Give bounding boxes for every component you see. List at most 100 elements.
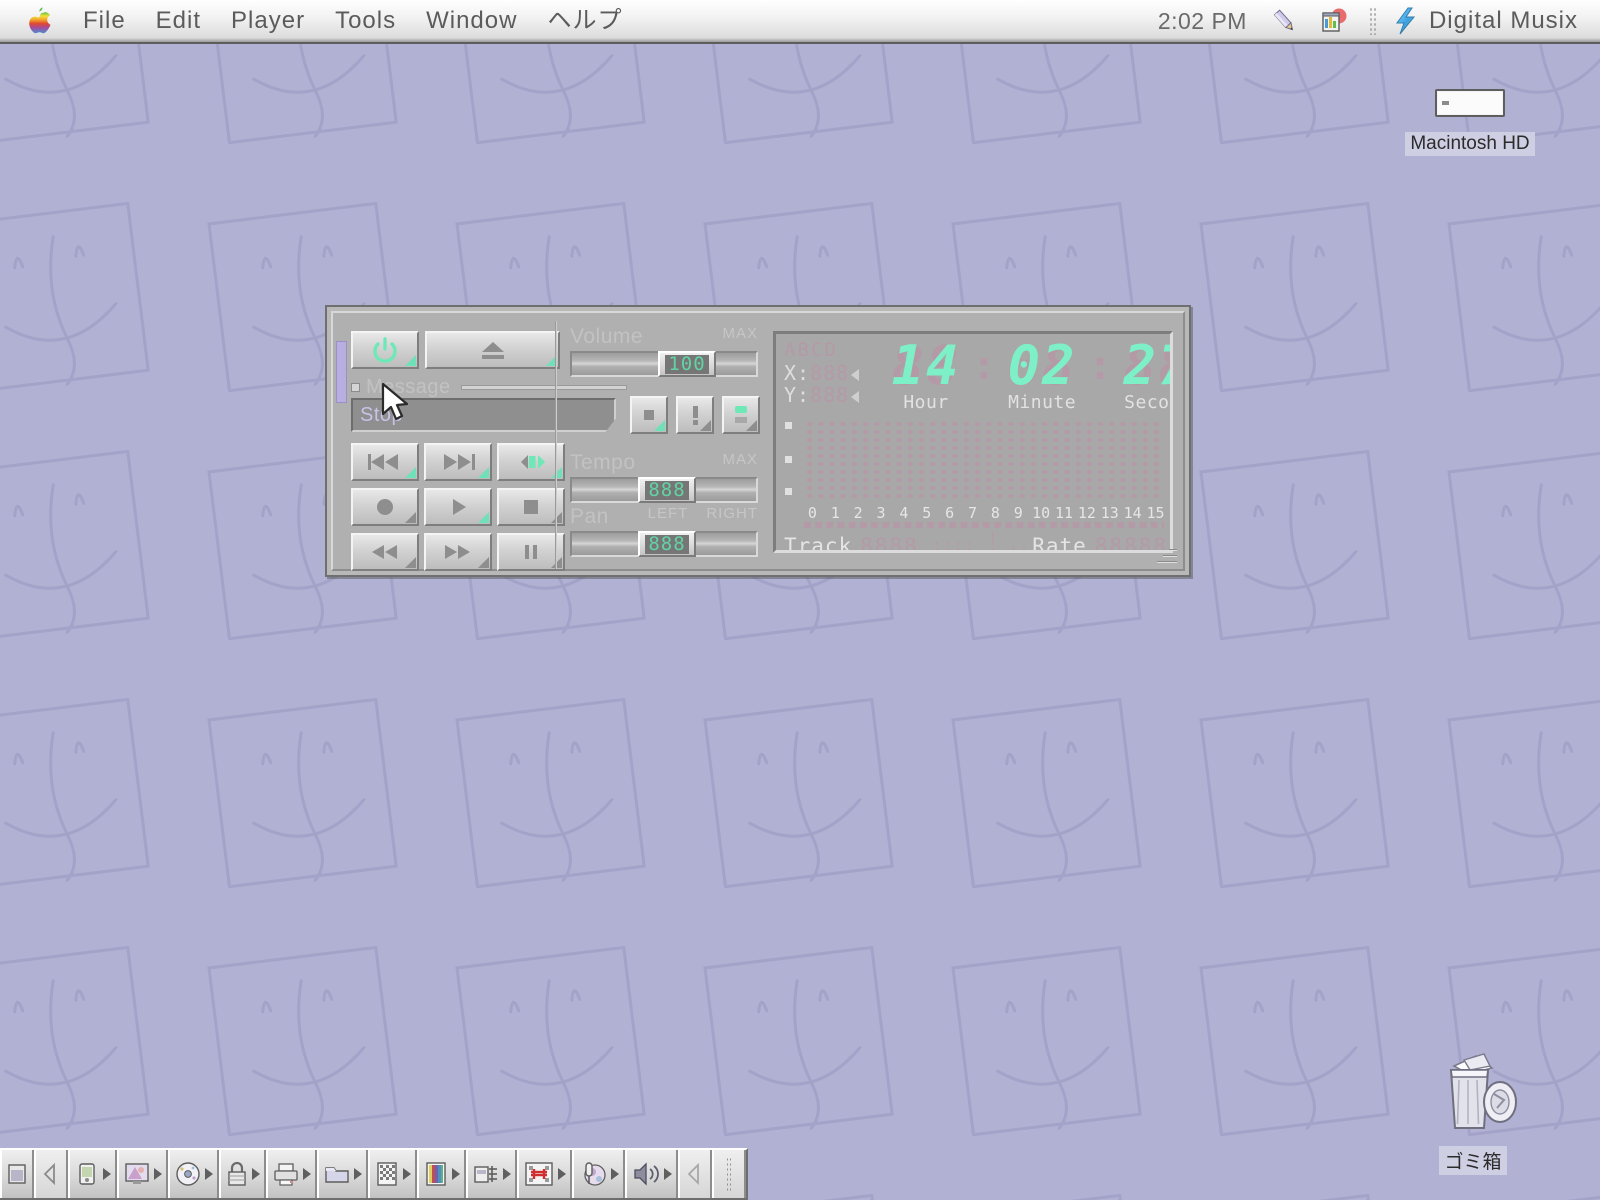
- wallpaper-tile: [932, 932, 1180, 1180]
- application-menu[interactable]: Digital Musix: [1387, 6, 1600, 36]
- lcd-channel-number: 11: [1055, 504, 1074, 522]
- cs-module-monitor[interactable]: [117, 1150, 168, 1198]
- control-strip-grip[interactable]: [712, 1150, 746, 1198]
- cs-module-window-shade[interactable]: [0, 1150, 34, 1198]
- pan-slider-track[interactable]: 888: [570, 531, 758, 557]
- tempo-value: 888: [645, 480, 689, 500]
- volume-max-label: MAX: [722, 325, 758, 342]
- wallpaper-tile: [1180, 436, 1428, 684]
- lcd-hour-value: 14: [891, 334, 961, 397]
- cs-module-folder[interactable]: [317, 1150, 368, 1198]
- menu-edit[interactable]: Edit: [141, 0, 216, 43]
- player-window[interactable]: Message Stop Volume MAX 100 Tempo MAX 88…: [325, 305, 1191, 577]
- message-bullet-icon: [351, 383, 360, 392]
- play-button[interactable]: [424, 488, 492, 526]
- cs-module-security[interactable]: [219, 1150, 266, 1198]
- eject-button[interactable]: [425, 331, 560, 369]
- cs-arrow-icon: [252, 1168, 260, 1180]
- cs-module-cd-audio[interactable]: [168, 1150, 219, 1198]
- loop-arrows-icon: [521, 455, 545, 469]
- play-triangle-icon: [453, 499, 466, 515]
- apple-menu[interactable]: [0, 6, 68, 36]
- lcd-channel-number: 15: [1146, 504, 1165, 522]
- power-symbol-icon: [373, 337, 397, 363]
- volume-slider-thumb[interactable]: 100: [658, 351, 716, 377]
- tempo-slider-track[interactable]: 888: [570, 477, 758, 503]
- cd-disc-icon: [176, 1162, 200, 1186]
- rewind-button[interactable]: [351, 533, 419, 571]
- control-strip[interactable]: [0, 1148, 748, 1200]
- wallpaper-pattern: [0, 0, 1600, 1200]
- volume-slider-track[interactable]: 100: [570, 351, 758, 377]
- button-popup-corner: [405, 355, 416, 366]
- cs-module-pattern[interactable]: [368, 1150, 417, 1198]
- eject-triangle-icon: [481, 342, 504, 359]
- fast-forward-button[interactable]: [424, 533, 492, 571]
- menu-file[interactable]: File: [68, 0, 141, 43]
- wallpaper-tile: [1180, 932, 1428, 1180]
- lcd-channel-number: 1: [830, 504, 840, 522]
- power-button[interactable]: [351, 331, 419, 369]
- menu-window[interactable]: Window: [411, 0, 532, 43]
- record-button[interactable]: [351, 488, 419, 526]
- message-field[interactable]: Stop: [351, 398, 616, 432]
- panel-divider: [555, 321, 557, 569]
- lcd-track-value: 8888: [860, 534, 919, 553]
- rewind-icon: [372, 545, 397, 559]
- message-label-row: Message: [351, 376, 631, 399]
- lcd-track-label: Track: [784, 534, 853, 553]
- lcd-y-label: Y:: [784, 383, 811, 407]
- cs-arrow-icon: [503, 1168, 511, 1180]
- lcd-separator-2: :: [1088, 343, 1113, 389]
- lcd-channel-number: 9: [1013, 504, 1023, 522]
- wallpaper-tile: [436, 684, 684, 932]
- stop-indicator-button[interactable]: [630, 396, 668, 434]
- desktop-background[interactable]: [0, 0, 1600, 1200]
- file-sharing-icon: [79, 1163, 95, 1185]
- accent-strip: [336, 341, 347, 403]
- desktop-icon-trash[interactable]: ゴミ箱: [1408, 1046, 1538, 1175]
- next-track-button[interactable]: [424, 443, 492, 481]
- cs-tab-handle-left[interactable]: [34, 1150, 68, 1198]
- pencil-icon[interactable]: [1259, 6, 1309, 36]
- wallpaper-tile: [1180, 684, 1428, 932]
- cs-module-sound-input[interactable]: [572, 1150, 625, 1198]
- button-popup-corner: [478, 467, 489, 478]
- pan-value: 888: [645, 534, 689, 554]
- volume-label: Volume: [570, 325, 644, 348]
- pan-left-label: LEFT: [647, 505, 689, 522]
- lcd-second-field: 88 27 Second: [1114, 338, 1170, 414]
- menu-tools[interactable]: Tools: [320, 0, 411, 43]
- monitor-color-icon: [125, 1163, 149, 1184]
- lcd-channel-number: 0: [807, 504, 817, 522]
- status-led-button[interactable]: [722, 396, 760, 434]
- cs-tab-handle-right[interactable]: [678, 1150, 712, 1198]
- alert-button[interactable]: [676, 396, 714, 434]
- lcd-channel-underline: [804, 522, 1164, 528]
- pan-slider-thumb[interactable]: 888: [638, 531, 696, 557]
- microphone-icon: [584, 1162, 606, 1186]
- cs-module-printer[interactable]: [266, 1150, 317, 1198]
- cs-module-modem[interactable]: [466, 1150, 517, 1198]
- menu-player[interactable]: Player: [216, 0, 320, 43]
- menubar-clock[interactable]: 2:02 PM: [1146, 8, 1259, 35]
- cs-module-file-sharing[interactable]: [68, 1150, 117, 1198]
- lcd-y-value: 888: [810, 383, 850, 407]
- lcd-separator-1: :: [972, 343, 997, 389]
- lcd-channel-number: 4: [899, 504, 909, 522]
- record-circle-icon: [377, 499, 393, 515]
- wallpaper-tile: [1428, 1180, 1600, 1200]
- appleworks-icon[interactable]: [1309, 6, 1359, 36]
- desktop-icon-macintosh-hd[interactable]: Macintosh HD: [1405, 84, 1535, 156]
- button-popup-corner: [654, 420, 665, 431]
- lcd-display[interactable]: ABCD X:888 Y:888 88 14 Hour : 88 02 Minu…: [773, 331, 1173, 553]
- cs-module-network[interactable]: [517, 1150, 572, 1198]
- desktop-icon-label: ゴミ箱: [1439, 1146, 1507, 1175]
- lcd-minute-value: 02: [1007, 334, 1077, 397]
- button-popup-corner: [478, 512, 489, 523]
- cs-module-color-depth[interactable]: [417, 1150, 466, 1198]
- cs-module-speaker[interactable]: [625, 1150, 678, 1198]
- menu-help[interactable]: ヘルプ: [532, 0, 637, 43]
- tempo-slider-thumb[interactable]: 888: [638, 477, 696, 503]
- previous-track-button[interactable]: [351, 443, 419, 481]
